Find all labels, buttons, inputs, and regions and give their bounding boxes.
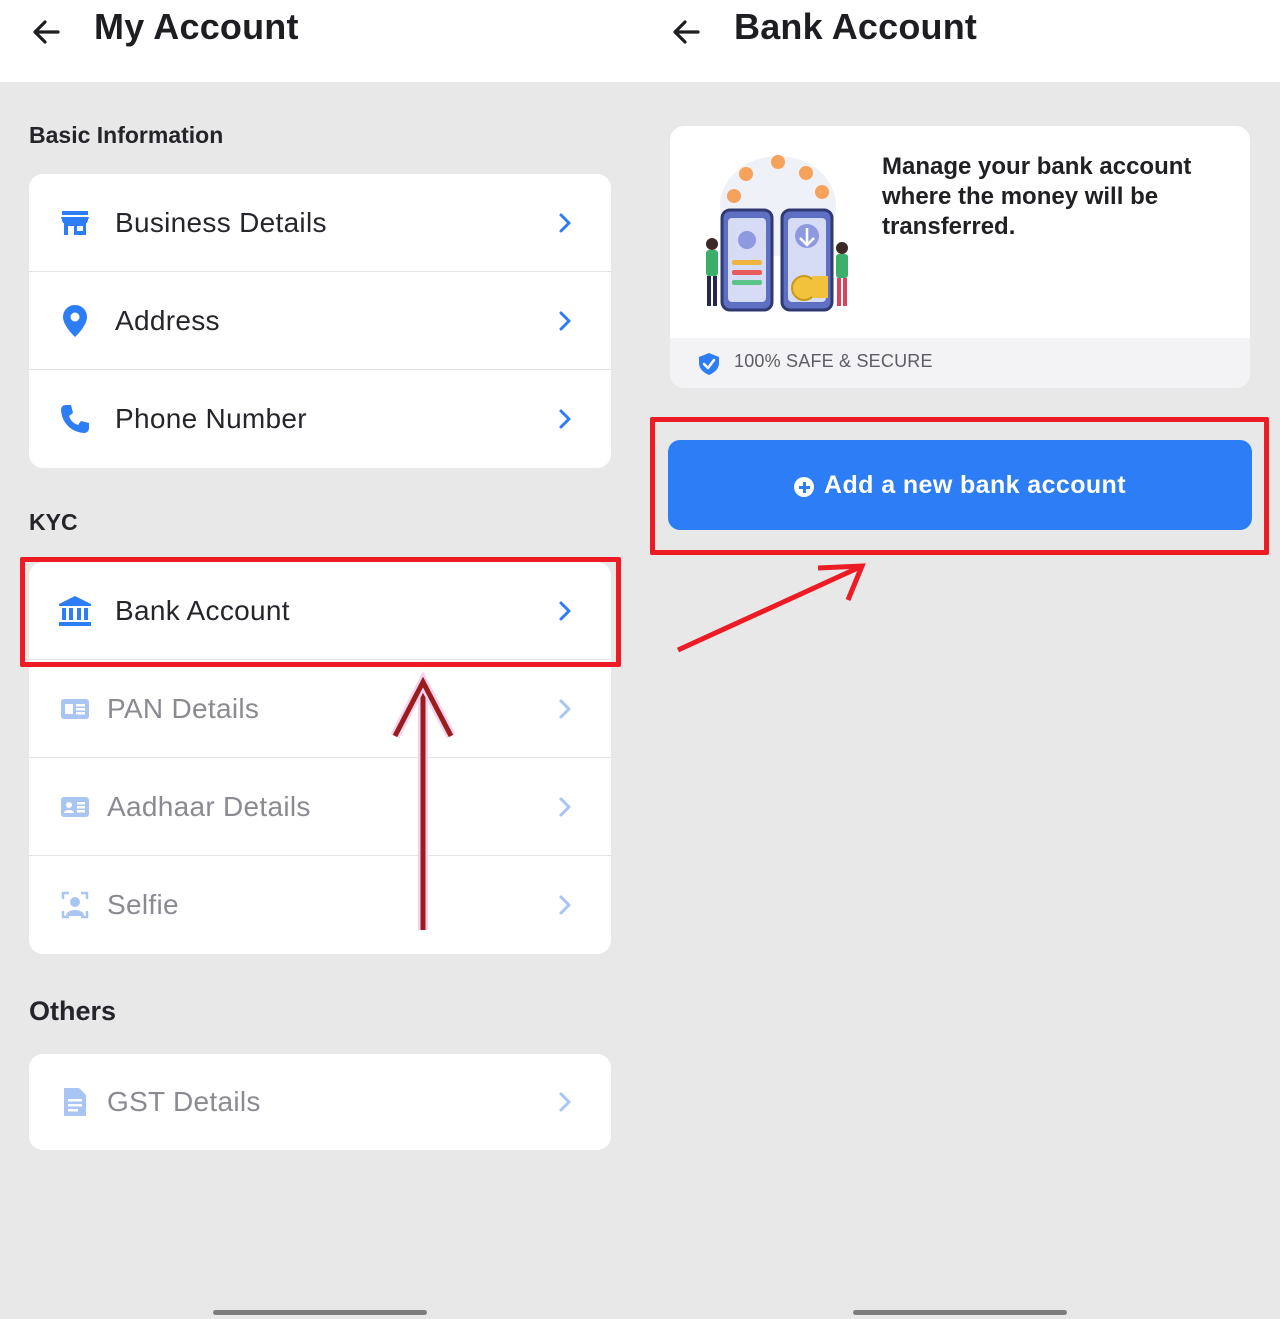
bank-account-screen: Bank Account Manage your bank account wh…: [640, 0, 1280, 1319]
list-item-label: PAN Details: [107, 692, 260, 724]
kyc-card: Bank Account PAN Details Aadhaar Details…: [29, 562, 611, 954]
add-bank-account-label: Add a new bank account: [824, 470, 1126, 499]
add-bank-account-button[interactable]: Add a new bank account: [668, 440, 1252, 530]
list-item-business-details[interactable]: Business Details: [29, 174, 611, 272]
basic-info-card: Business Details Address Phone Number: [29, 174, 611, 468]
list-item-label: Bank Account: [115, 594, 290, 626]
section-label-others: Others: [29, 996, 117, 1026]
chevron-right-icon: [559, 409, 571, 429]
security-footer: 100% SAFE & SECURE: [670, 338, 1250, 388]
chevron-right-icon: [559, 1092, 571, 1112]
list-item-label: Business Details: [115, 206, 327, 238]
list-item-label: Aadhaar Details: [107, 790, 311, 822]
back-arrow-icon: [33, 20, 60, 44]
list-item-label: GST Details: [107, 1086, 261, 1117]
my-account-screen: My Account Basic Information Business De…: [0, 0, 640, 1319]
list-item-phone-number[interactable]: Phone Number: [29, 370, 611, 468]
location-pin-icon: [57, 303, 93, 339]
back-arrow-icon: [673, 20, 700, 44]
list-item-pan-details[interactable]: PAN Details: [29, 660, 611, 758]
info-message: Manage your bank account where the money…: [882, 153, 1192, 240]
bank-icon: [57, 593, 93, 629]
list-item-label: Address: [115, 304, 220, 336]
chevron-right-icon: [559, 699, 571, 718]
home-indicator: [853, 1310, 1067, 1315]
id-card-icon: [57, 789, 93, 825]
page-title: My Account: [94, 6, 299, 47]
list-item-label: Selfie: [107, 889, 179, 920]
list-item-aadhaar-details[interactable]: Aadhaar Details: [29, 758, 611, 856]
chevron-right-icon: [559, 601, 571, 620]
section-label-kyc: KYC: [29, 509, 78, 535]
list-item-label: Phone Number: [115, 403, 307, 434]
app-bar: Bank Account: [640, 0, 1280, 82]
list-item-selfie[interactable]: Selfie: [29, 856, 611, 954]
chevron-right-icon: [559, 311, 571, 330]
document-icon: [57, 1084, 93, 1120]
phone-icon: [57, 401, 93, 437]
page-title: Bank Account: [734, 6, 978, 47]
store-icon: [57, 205, 93, 241]
back-button[interactable]: [28, 14, 68, 50]
list-item-bank-account[interactable]: Bank Account: [29, 562, 611, 660]
security-note: 100% SAFE & SECURE: [734, 351, 933, 371]
bank-transfer-illustration: [706, 155, 848, 312]
bank-info-card: Manage your bank account where the money…: [670, 126, 1250, 388]
shield-check-icon: [699, 353, 719, 375]
list-item-gst-details[interactable]: GST Details: [29, 1054, 611, 1150]
chevron-right-icon: [559, 213, 571, 232]
section-label-basic-information: Basic Information: [29, 122, 224, 148]
chevron-right-icon: [559, 895, 571, 915]
plus-circle-icon: [794, 477, 815, 497]
selfie-icon: [57, 887, 93, 923]
id-card-icon: [57, 691, 93, 727]
chevron-right-icon: [559, 797, 571, 816]
app-bar: My Account: [0, 0, 640, 82]
others-card: GST Details: [29, 1054, 611, 1150]
home-indicator: [213, 1310, 427, 1315]
list-item-address[interactable]: Address: [29, 272, 611, 370]
back-button[interactable]: [668, 14, 708, 50]
